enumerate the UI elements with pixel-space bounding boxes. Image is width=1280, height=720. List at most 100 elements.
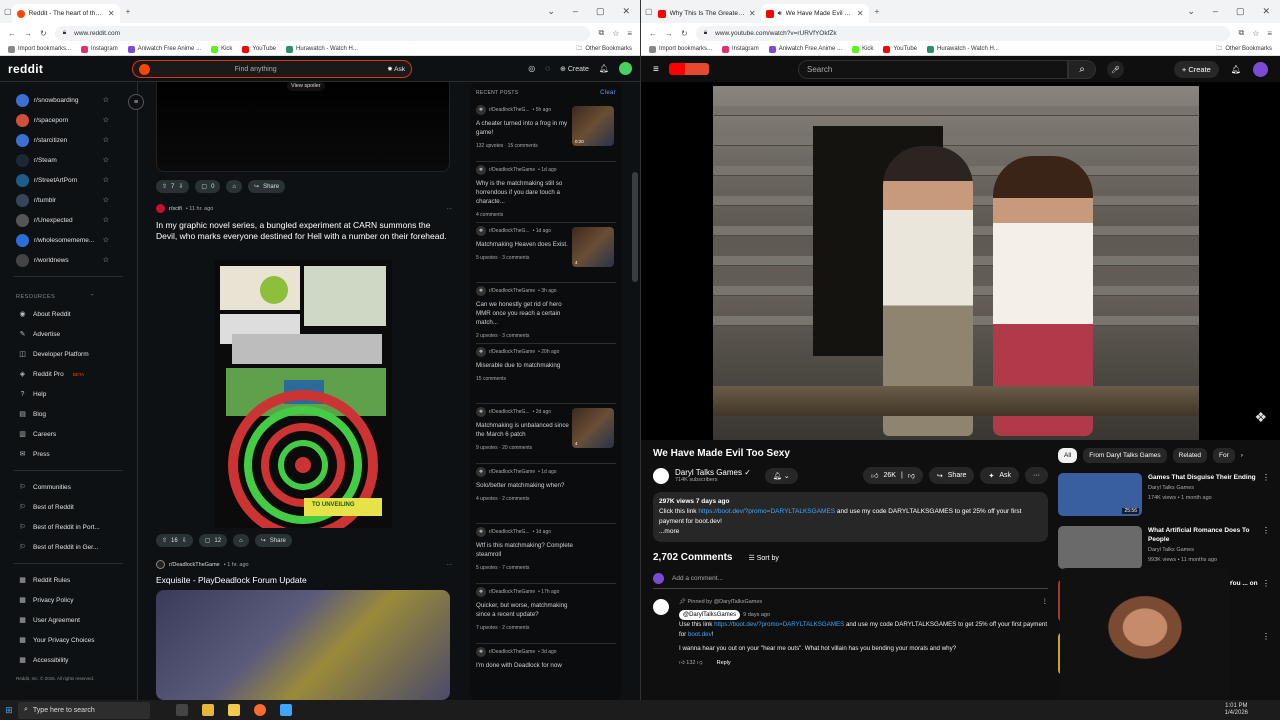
sidebar-item-resource[interactable]: ? Help <box>0 384 137 404</box>
back-icon[interactable]: ← <box>649 29 657 38</box>
back-icon[interactable]: ← <box>8 29 16 38</box>
filter-chip[interactable]: All <box>1058 448 1078 463</box>
channel-watermark-icon[interactable]: ❖ <box>1254 409 1267 426</box>
sticky-app-icon[interactable] <box>228 704 240 716</box>
vote-control[interactable]: ⇧ 16 ⇩ <box>156 534 193 547</box>
hamburger-menu-icon[interactable]: ≡ <box>653 64 659 75</box>
sidebar-item-legal[interactable]: ▦ Privacy Policy <box>0 590 137 610</box>
bookmark-import[interactable]: Import bookmarks... <box>649 45 712 53</box>
sidebar-item-community[interactable]: r/tumblr ☆ <box>0 190 137 210</box>
sidebar-item-legal[interactable]: ▦ Accessibility <box>0 650 137 670</box>
recent-post[interactable]: ❖ r/DeadlockTheG... • 1d ago Wtf is this ma… <box>476 524 616 584</box>
comment-author[interactable]: @DarylTalksGames <box>679 610 741 620</box>
recent-post[interactable]: ❖ r/DeadlockTheG... • 5h ago A cheater turn… <box>476 102 616 162</box>
sidebar-item-community[interactable]: r/snowboarding ☆ <box>0 90 137 110</box>
post-image[interactable] <box>156 590 450 700</box>
microphone-icon[interactable]: 🎤︎ <box>1107 61 1124 78</box>
bookmark-instagram[interactable]: Instagram <box>722 45 759 53</box>
new-tab-icon[interactable]: + <box>126 7 131 16</box>
spoiler-media[interactable]: View spoiler <box>156 82 450 172</box>
more-options-icon[interactable]: ··· <box>447 562 453 568</box>
award-button[interactable]: ⌂ <box>226 180 243 193</box>
channel-avatar[interactable] <box>653 467 669 484</box>
share-button[interactable]: ↪ Share <box>928 467 975 484</box>
bookmark-star-icon[interactable]: ☆ <box>612 29 619 38</box>
ask-button[interactable]: ✦ Ask <box>980 467 1019 484</box>
chevron-down-icon[interactable]: ⌄ <box>1187 6 1195 17</box>
bookmark-aniwatch[interactable]: Aniwatch Free Anime ... <box>768 45 842 53</box>
recent-post[interactable]: ❖ r/DeadlockTheGame • 3h ago Can we honestl… <box>476 283 616 344</box>
bookmark-youtube[interactable]: YouTube <box>883 45 917 53</box>
firefox-icon[interactable] <box>254 704 266 716</box>
description-box[interactable]: 297K views 7 days ago Click this link ht… <box>653 492 1048 542</box>
sidebar-item-resource[interactable]: ✎ Advertise <box>0 324 137 344</box>
share-button[interactable]: ↪ Share <box>254 534 292 547</box>
more-options-icon[interactable]: ⋮ <box>1262 579 1270 588</box>
more-options-icon[interactable]: ⋮ <box>1262 632 1270 641</box>
notifications-icon[interactable]: 🔔︎ <box>599 64 609 73</box>
bookmark-aniwatch[interactable]: Aniwatch Free Anime ... <box>127 45 201 53</box>
menu-icon[interactable]: ≡ <box>1267 29 1272 38</box>
recent-post[interactable]: ❖ r/DeadlockTheGame • 1d ago Why is the mat… <box>476 162 616 223</box>
sidebar-item-link[interactable]: ⚐ Best of Reddit in Ger... <box>0 537 137 557</box>
close-tab-icon[interactable]: ✕ <box>857 9 864 18</box>
more-actions-button[interactable]: ··· <box>1025 467 1048 484</box>
favorite-star-icon[interactable]: ☆ <box>103 96 109 104</box>
url-field[interactable]: 🔒︎ www.youtube.com/watch?v=rURVfYOkfZk <box>695 25 1231 41</box>
post-title[interactable]: In my graphic novel series, a bungled ex… <box>156 220 452 242</box>
reload-icon[interactable]: ↻ <box>681 29 688 38</box>
sidebar-item-resource[interactable]: ◫ Developer Platform <box>0 344 137 364</box>
sidebar-toggle-icon[interactable]: ▢ <box>4 7 12 16</box>
sidebar-item-resource[interactable]: ▥ Careers <box>0 424 137 444</box>
more-options-icon[interactable]: ⋮ <box>1262 526 1270 535</box>
sidebar-item-link[interactable]: ⚐ Best of Reddit <box>0 497 137 517</box>
recent-post[interactable]: ❖ r/DeadlockTheGame • 17h ago Quicker, but … <box>476 584 616 644</box>
comment-more-icon[interactable]: ⋮ <box>1042 597 1048 607</box>
sidebar-item-community[interactable]: r/Unexpected ☆ <box>0 210 137 230</box>
comic-image[interactable]: TO UNVEILING <box>214 260 392 528</box>
subscribed-bell-button[interactable]: 🔔︎ ⌄ <box>764 467 798 484</box>
favorite-star-icon[interactable]: ☆ <box>103 256 109 264</box>
steam-app-icon[interactable] <box>280 704 292 716</box>
recent-post[interactable]: ❖ r/DeadlockTheGame • 20h ago Miserable due… <box>476 344 616 404</box>
bookmark-star-icon[interactable]: ☆ <box>1252 29 1259 38</box>
add-comment-input[interactable]: Add a comment... <box>653 573 1048 589</box>
filter-chip[interactable]: Related <box>1172 448 1208 463</box>
sidebar-item-community[interactable]: r/spaceporn ☆ <box>0 110 137 130</box>
sidebar-item-community[interactable]: r/starcitizen ☆ <box>0 130 137 150</box>
show-more-button[interactable]: ...more <box>659 527 1042 537</box>
post-title[interactable]: Exquisite - PlayDeadlock Forum Update <box>156 575 452 586</box>
sidebar-item-resource[interactable]: ◉ About Reddit <box>0 304 137 324</box>
advertise-icon[interactable]: ◎ <box>528 64 535 73</box>
chevron-down-icon[interactable]: ⌄ <box>547 6 555 17</box>
taskbar-search[interactable]: ⌕ Type here to search <box>18 701 150 719</box>
more-options-icon[interactable]: ··· <box>447 206 453 212</box>
sidebar-toggle-icon[interactable]: ▢ <box>645 7 653 16</box>
tab-youtube-2[interactable]: 🔊︎ We Have Made Evil Too Se ✕ <box>760 4 869 23</box>
filter-chip[interactable]: From Daryl Talks Games <box>1083 448 1167 463</box>
sort-button[interactable]: ☰ Sort by <box>748 554 778 562</box>
promo-link[interactable]: https://boot.dev/?promo=DARYLTALKSGAMES <box>698 508 835 515</box>
notifications-icon[interactable]: 🔔︎ <box>1231 65 1241 74</box>
extensions-icon[interactable]: ⧉ <box>598 28 604 38</box>
sidebar-item-legal[interactable]: ▦ Your Privacy Choices <box>0 630 137 650</box>
share-button[interactable]: ↪ Share <box>248 180 286 193</box>
reddit-logo[interactable]: reddit <box>8 62 43 76</box>
bookmark-kick[interactable]: Kick <box>211 45 232 53</box>
like-button[interactable]: 👍︎ 26K | 👎︎ <box>863 467 923 484</box>
vote-control[interactable]: ⇧ 7 ⇩ <box>156 180 190 193</box>
resources-header[interactable]: RESOURCES ⌃ <box>0 283 137 304</box>
favorite-star-icon[interactable]: ☆ <box>103 196 109 204</box>
sidebar-item-community[interactable]: r/worldnews ☆ <box>0 250 137 270</box>
award-button[interactable]: ⌂ <box>233 534 249 547</box>
filter-chip[interactable]: For <box>1213 448 1235 463</box>
bookmark-hurawatch[interactable]: Hurawatch - Watch H... <box>927 45 999 53</box>
sidebar-item-community[interactable]: r/wholesomememe... ☆ <box>0 230 137 250</box>
video-player[interactable]: ❖ <box>641 82 1280 440</box>
favorite-star-icon[interactable]: ☆ <box>103 116 109 124</box>
sidebar-item-link[interactable]: ⚐ Best of Reddit in Port... <box>0 517 137 537</box>
sidebar-item-resource[interactable]: ◈ Reddit Pro BETA <box>0 364 137 384</box>
minimize-icon[interactable]: – <box>573 6 578 17</box>
sidebar-item-link[interactable]: ⚐ Communities <box>0 477 137 497</box>
windows-start-icon[interactable]: ⊞ <box>0 705 18 716</box>
